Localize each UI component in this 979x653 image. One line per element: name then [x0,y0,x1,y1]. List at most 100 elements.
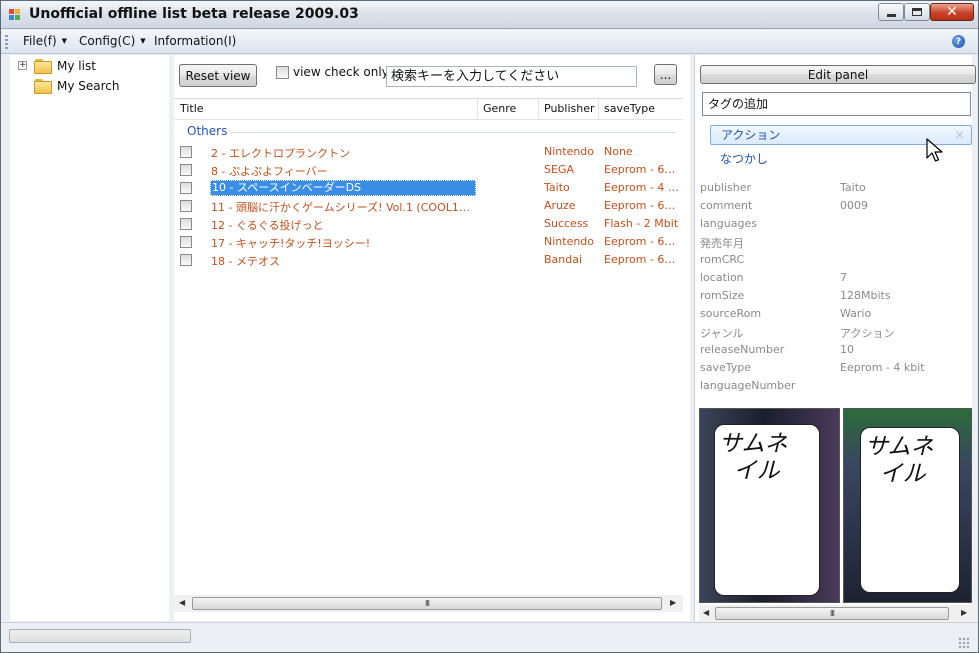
menu-information[interactable]: Information(I) [154,34,236,48]
property-value: Wario [840,307,872,320]
property-value: 7 [840,271,847,284]
view-check-only-label: view check only [293,65,389,79]
row-title: 8 - ぷよぷよフィーバー [211,165,328,178]
tag-label: アクション [721,128,781,142]
row-checkbox[interactable] [180,146,192,158]
row-title: 18 - メテオス [211,255,280,268]
row-savetype: Eeprom - 64 … [604,163,682,176]
edit-pane: Edit panel アクション × なつかし publisher Taito co… [694,55,976,622]
row-publisher: Nintendo [544,145,595,158]
property-key: location [700,271,744,284]
row-checkbox[interactable] [180,164,192,176]
property-key: publisher [700,181,752,194]
group-divider [231,132,676,133]
thumbnail-scrollbar[interactable]: ◀ III ▶ [699,605,973,622]
maximize-icon [912,8,922,16]
property-row: languageNumber [700,379,970,397]
property-key: releaseNumber [700,343,785,356]
expand-icon[interactable]: + [18,61,27,70]
table-row[interactable]: 12 - ぐるぐる投げっと Success Flash - 2 Mbit [174,215,683,233]
horizontal-scrollbar[interactable]: ◀ III ▶ [174,595,683,612]
edit-panel-button[interactable]: Edit panel [700,65,976,84]
property-value: 10 [840,343,854,356]
menu-bar: File(f) ▼ Config(C) ▼ Information(I) ? [1,30,978,54]
column-header-title[interactable]: Title [176,99,478,119]
property-key: ジャンル [700,327,744,340]
scroll-right-icon[interactable]: ▶ [961,608,967,617]
column-header-publisher[interactable]: Publisher [540,99,599,119]
app-icon [9,9,21,21]
tag-input-box[interactable] [702,92,971,116]
property-value: Taito [840,181,866,194]
search-box[interactable] [386,66,637,87]
scroll-right-icon[interactable]: ▶ [670,598,676,607]
menu-grip [5,35,8,49]
group-header: Others [187,124,228,138]
browse-button[interactable]: ... [654,64,677,85]
property-key: sourceRom [700,307,762,320]
property-row: releaseNumber 10 [700,343,970,361]
column-header-savetype[interactable]: saveType [600,99,682,119]
table-row[interactable]: 2 - エレクトロプランクトン Nintendo None [174,143,683,161]
row-publisher: Bandai [544,253,583,266]
scrollbar-thumb[interactable]: III [715,607,949,620]
property-row: romSize 128Mbits [700,289,970,307]
property-row: location 7 [700,271,970,289]
row-checkbox[interactable] [180,236,192,248]
search-input[interactable] [387,67,636,86]
row-savetype: Eeprom - 64 … [604,235,682,248]
property-row: publisher Taito [700,181,970,199]
row-title: 10 - スペースインベーダーDS [210,180,476,196]
window-title: Unofficial offline list beta release 200… [29,6,359,22]
property-row: romCRC [700,253,970,271]
folder-icon [34,58,52,74]
column-header-genre[interactable]: Genre [479,99,539,119]
tag-remove-icon[interactable]: × [954,126,965,145]
property-key: 発売年月 [700,237,744,250]
resize-grip-icon[interactable] [958,637,970,649]
property-key: saveType [700,361,752,374]
menu-config[interactable]: Config(C) ▼ [79,34,146,48]
row-checkbox[interactable] [180,254,192,266]
row-checkbox[interactable] [180,200,192,212]
thumbnail-label: サムネ イル [719,431,788,484]
scrollbar-thumb[interactable]: III [192,597,662,610]
property-row: languages [700,217,970,235]
tag-input[interactable] [703,93,970,115]
menu-information-label: Information(I) [154,34,237,48]
property-row: 発売年月 [700,235,970,253]
close-button[interactable]: ✕ [930,3,974,21]
tree-item-my-list[interactable]: + My list [10,56,169,76]
scroll-left-icon[interactable]: ◀ [703,608,709,617]
thumbnail-2: サムネ イル [843,408,972,603]
list-header: Title Genre Publisher saveType [174,98,683,120]
property-key: romSize [700,289,745,302]
property-row: comment 0009 [700,199,970,217]
reset-view-button[interactable]: Reset view [179,64,257,87]
row-publisher: SEGA [544,163,574,176]
view-check-only-checkbox[interactable] [276,66,289,79]
row-checkbox[interactable] [180,218,192,230]
maximize-button[interactable] [904,3,930,21]
row-title: 17 - キャッチ!タッチ!ヨッシー! [211,237,371,250]
table-row[interactable]: 8 - ぷよぷよフィーバー SEGA Eeprom - 64 … [174,161,683,179]
row-title: 2 - エレクトロプランクトン [211,147,350,160]
scroll-left-icon[interactable]: ◀ [179,598,185,607]
menu-file[interactable]: File(f) ▼ [23,34,67,48]
property-key: languageNumber [700,379,796,392]
tree-item-my-search[interactable]: My Search [10,76,169,96]
table-row[interactable]: 17 - キャッチ!タッチ!ヨッシー! Nintendo Eeprom - 64 … [174,233,683,251]
property-row: saveType Eeprom - 4 kbit [700,361,970,379]
property-value: 128Mbits [840,289,891,302]
property-key: languages [700,217,757,230]
table-row[interactable]: 18 - メテオス Bandai Eeprom - 64 … [174,251,683,269]
title-bar[interactable]: Unofficial offline list beta release 200… [1,1,978,29]
tree-item-label: My list [57,59,96,73]
table-row[interactable]: 10 - スペースインベーダーDS Taito Eeprom - 4 k… [174,179,683,197]
tree-pane: + My list My Search [10,55,169,621]
help-icon[interactable]: ? [952,35,965,48]
table-row[interactable]: 11 - 頭脳に汗かくゲームシリーズ! Vol.1 (COOL104 J… Aru… [174,197,683,215]
minimize-button[interactable] [878,3,904,21]
row-publisher: Nintendo [544,235,595,248]
row-checkbox[interactable] [180,182,192,194]
